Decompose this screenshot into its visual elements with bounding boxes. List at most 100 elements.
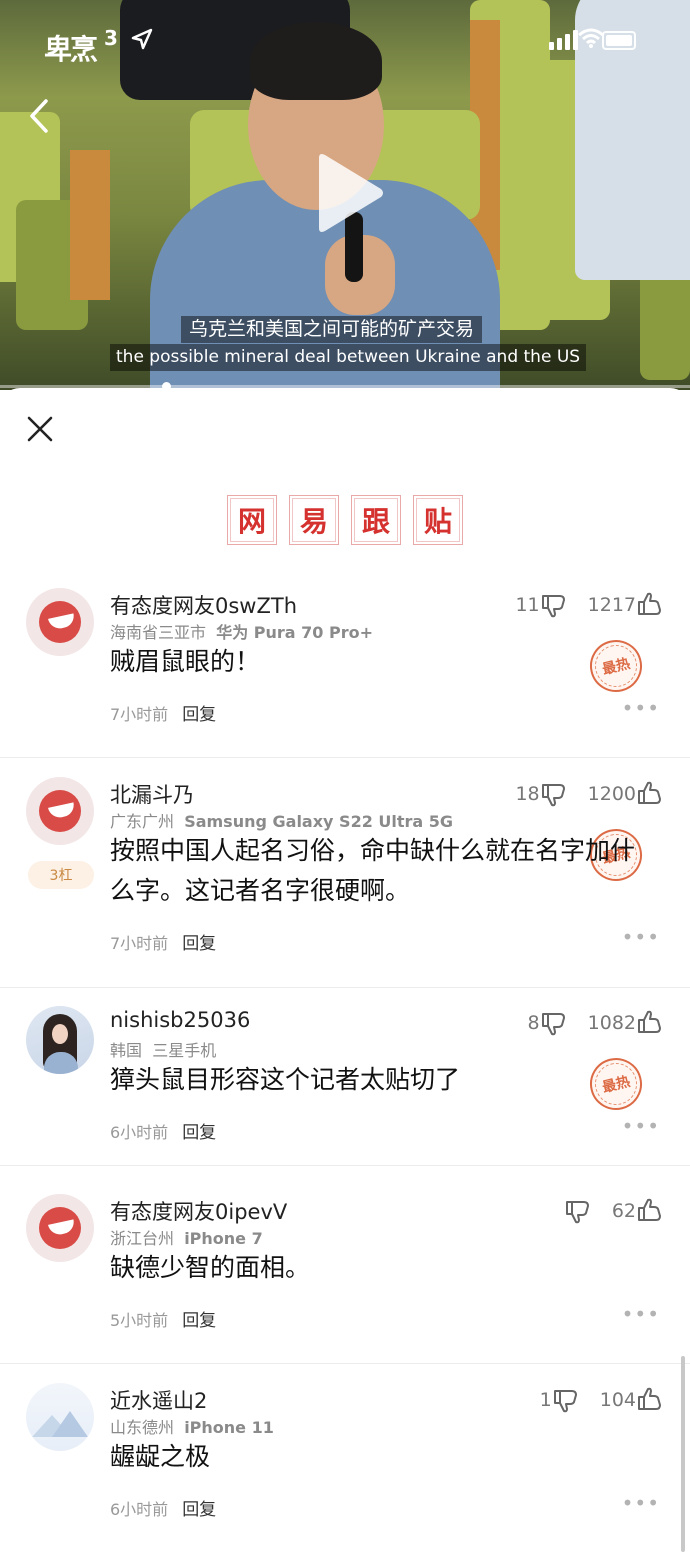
- more-options-icon[interactable]: •••: [622, 925, 660, 949]
- location-text: 山东德州: [110, 1418, 175, 1437]
- background-seat: [640, 270, 690, 380]
- thumbs-up-icon: [638, 1010, 661, 1033]
- downvote-button[interactable]: 11: [515, 592, 567, 618]
- comment-meta: 7小时前 回复: [110, 929, 216, 954]
- commenter-name[interactable]: 北漏斗乃: [110, 779, 194, 809]
- divider: [0, 987, 690, 988]
- comment-text: 贼眉鼠眼的！: [110, 647, 261, 676]
- speaker-hair: [250, 22, 382, 100]
- level-badge: 3杠: [28, 861, 94, 889]
- comment-time: 7小时前: [110, 934, 169, 953]
- comments-panel: 网 易 跟 贴 有态度网友0swZTh 海南省三亚市 华为 Pura 70 Pr…: [0, 388, 690, 1555]
- thumbs-up-icon: [638, 1387, 661, 1410]
- comment-item: 近水遥山2 山东德州 iPhone 11 1 104 龌龊之极 6小时前 回复 •…: [0, 1383, 690, 1543]
- comment-item: nishisb25036 韩国 三星手机 8 1082 最热 獐头鼠目形容这个记…: [0, 1006, 690, 1166]
- comments-title: 网 易 跟 贴: [227, 495, 463, 545]
- location-text: 广东广州: [110, 812, 175, 831]
- subtitle-english: the possible mineral deal between Ukrain…: [110, 344, 587, 371]
- reply-button[interactable]: 回复: [182, 1500, 216, 1520]
- upvote-button[interactable]: 62: [612, 1198, 664, 1224]
- title-char: 易: [289, 495, 339, 545]
- back-arrow-icon[interactable]: [27, 98, 51, 134]
- commenter-device: 海南省三亚市 华为 Pura 70 Pro+: [110, 619, 373, 643]
- cellular-signal-icon: [549, 30, 578, 50]
- reply-button[interactable]: 回复: [182, 934, 216, 954]
- downvote-count: 11: [515, 594, 540, 616]
- downvote-button[interactable]: 1: [540, 1387, 580, 1413]
- downvote-button[interactable]: 18: [515, 781, 567, 807]
- comment-text: 獐头鼠目形容这个记者太贴切了: [110, 1065, 461, 1094]
- avatar[interactable]: [26, 1006, 94, 1074]
- thumbs-up-icon: [638, 1198, 661, 1221]
- more-options-icon[interactable]: •••: [622, 1491, 660, 1515]
- location-text: 海南省三亚市: [110, 623, 207, 642]
- title-char: 网: [227, 495, 277, 545]
- more-options-icon[interactable]: •••: [622, 1302, 660, 1326]
- battery-icon: [602, 31, 636, 50]
- thumbs-down-icon: [553, 1390, 577, 1413]
- upvote-button[interactable]: 1082: [588, 1010, 664, 1036]
- title-char: 贴: [413, 495, 463, 545]
- comment-time: 5小时前: [110, 1311, 169, 1330]
- avatar[interactable]: [26, 1383, 94, 1451]
- comment-meta: 7小时前 回复: [110, 700, 216, 725]
- reply-button[interactable]: 回复: [182, 1311, 216, 1331]
- avatar[interactable]: [26, 777, 94, 845]
- thumbs-down-icon: [541, 595, 565, 618]
- thumbs-up-icon: [638, 781, 661, 804]
- upvote-count: 104: [599, 1389, 636, 1411]
- upvote-count: 1082: [587, 1012, 636, 1034]
- thumbs-down-icon: [541, 784, 565, 807]
- location-arrow-icon: [131, 28, 153, 50]
- divider: [0, 1363, 690, 1364]
- device-text: iPhone 11: [184, 1418, 274, 1437]
- divider: [0, 1165, 690, 1166]
- background-desk: [70, 150, 110, 300]
- vote-controls: 18 1200: [515, 781, 664, 807]
- wifi-icon: [578, 28, 604, 48]
- device-text: 三星手机: [152, 1041, 217, 1060]
- app-logo: 卑烹: [44, 33, 98, 66]
- video-player[interactable]: 卑烹 3 乌克兰和美国之间可能的矿产交易 the possible minera…: [0, 0, 690, 390]
- comment-time: 7小时前: [110, 705, 169, 724]
- downvote-count: 18: [515, 783, 540, 805]
- thumbs-down-icon: [541, 1013, 565, 1036]
- more-options-icon[interactable]: •••: [622, 1114, 660, 1138]
- upvote-count: 62: [611, 1200, 636, 1222]
- vote-controls: 8 1082: [528, 1010, 664, 1036]
- avatar[interactable]: [26, 588, 94, 656]
- downvote-count: 1: [539, 1389, 552, 1411]
- comment-item: 有态度网友0swZTh 海南省三亚市 华为 Pura 70 Pro+ 11 12…: [0, 588, 690, 758]
- play-button-icon[interactable]: [311, 152, 385, 234]
- status-time: 3: [104, 26, 118, 50]
- downvote-button[interactable]: 8: [528, 1010, 568, 1036]
- vote-controls: 11 1217: [515, 592, 664, 618]
- comment-text: 缺德少智的面相。: [110, 1253, 311, 1282]
- upvote-button[interactable]: 104: [600, 1387, 664, 1413]
- commenter-device: 山东德州 iPhone 11: [110, 1414, 274, 1438]
- commenter-name[interactable]: 近水遥山2: [110, 1385, 207, 1415]
- scrollbar[interactable]: [681, 1356, 685, 1552]
- commenter-name[interactable]: nishisb25036: [110, 1008, 250, 1032]
- downvote-count: 8: [527, 1012, 540, 1034]
- downvote-button[interactable]: [564, 1198, 592, 1224]
- upvote-button[interactable]: 1200: [588, 781, 664, 807]
- close-icon[interactable]: [27, 416, 53, 442]
- commenter-name[interactable]: 有态度网友0swZTh: [110, 590, 297, 620]
- avatar[interactable]: [26, 1194, 94, 1262]
- comment-meta: 6小时前 回复: [110, 1495, 216, 1520]
- commenter-device: 广东广州 Samsung Galaxy S22 Ultra 5G: [110, 808, 453, 832]
- upvote-count: 1200: [587, 783, 636, 805]
- more-options-icon[interactable]: •••: [622, 696, 660, 720]
- device-text: Samsung Galaxy S22 Ultra 5G: [184, 812, 454, 831]
- comment-text: 按照中国人起名习俗，命中缺什么就在名字加什么字。这记者名字很硬啊。: [110, 836, 636, 905]
- comment-text: 龌龊之极: [110, 1442, 211, 1471]
- reply-button[interactable]: 回复: [182, 1123, 216, 1143]
- reply-button[interactable]: 回复: [182, 705, 216, 725]
- vote-controls: 62: [564, 1198, 664, 1224]
- comment-item: 有态度网友0ipevV 浙江台州 iPhone 7 62 缺德少智的面相。 5小…: [0, 1194, 690, 1354]
- comment-time: 6小时前: [110, 1500, 169, 1519]
- commenter-name[interactable]: 有态度网友0ipevV: [110, 1196, 287, 1226]
- subtitle-chinese: 乌克兰和美国之间可能的矿产交易: [181, 316, 483, 343]
- upvote-button[interactable]: 1217: [588, 592, 664, 618]
